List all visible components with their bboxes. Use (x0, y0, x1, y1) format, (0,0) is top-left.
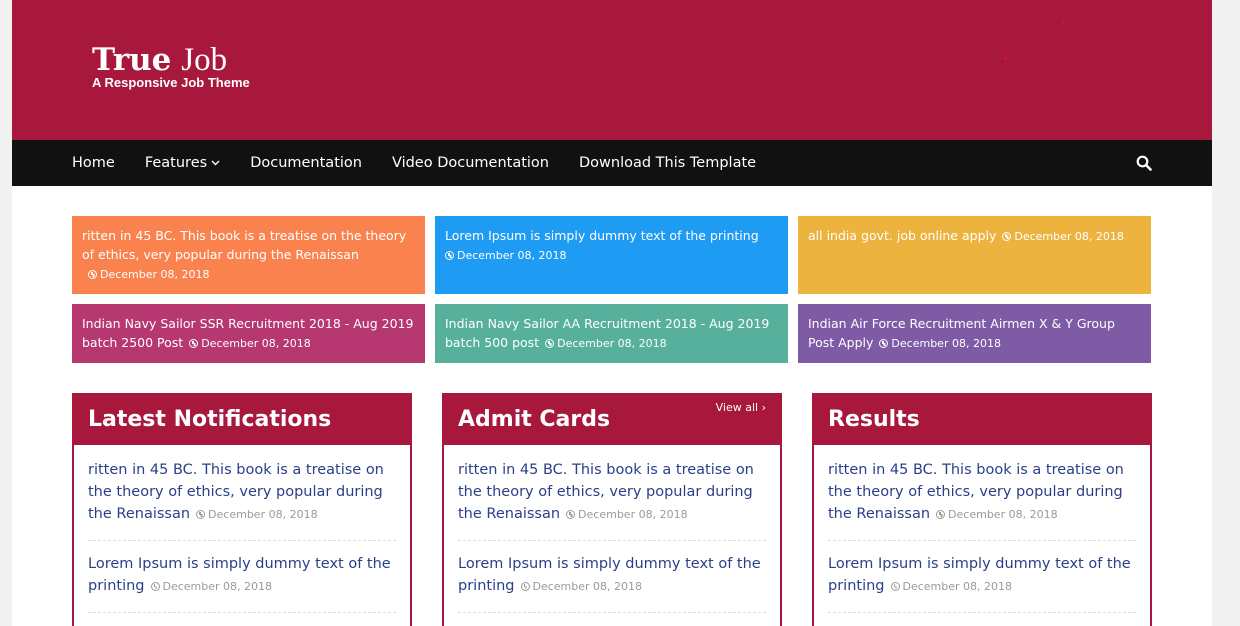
clock-icon (520, 582, 530, 591)
list-item[interactable]: ritten in 45 BC. This book is a treatise… (88, 459, 396, 541)
site-title-light: Job (181, 42, 228, 78)
panel-title: Latest Notifications (88, 406, 332, 432)
featured-tile[interactable]: ritten in 45 BC. This book is a treatise… (72, 216, 425, 294)
nav-item-label: Download This Template (578, 155, 757, 171)
main-nav: Home Features Documentation Video Docume… (12, 140, 1212, 186)
panel-title: Admit Cards (458, 406, 611, 432)
nav-item-download-template[interactable]: Download This Template (579, 155, 756, 171)
tile-date: December 08, 2018 (545, 337, 667, 350)
category-panels: Latest Notifications ritten in 45 BC. Th… (72, 393, 1152, 626)
panel-header: Latest Notifications (74, 393, 410, 445)
page: True Job A Responsive Job Theme Home Fea… (12, 0, 1212, 626)
post-date: December 08, 2018 (520, 580, 642, 593)
list-item[interactable]: ritten in 45 BC. This book is a treatise… (828, 459, 1136, 541)
post-date: December 08, 2018 (936, 508, 1058, 521)
clock-icon (566, 510, 576, 519)
list-item[interactable]: ritten in 45 BC. This book is a treatise… (458, 459, 766, 541)
clock-icon (1002, 232, 1012, 241)
site-header: True Job A Responsive Job Theme (12, 0, 1212, 140)
featured-tile[interactable]: Lorem Ipsum is simply dummy text of the … (435, 216, 788, 294)
panel-body: ritten in 45 BC. This book is a treatise… (814, 445, 1150, 613)
featured-tile[interactable]: all india govt. job online apply December… (798, 216, 1151, 294)
clock-icon (196, 510, 206, 519)
list-item[interactable]: Lorem Ipsum is simply dummy text of the … (458, 553, 766, 613)
tile-text: all india govt. job online apply (808, 228, 997, 243)
featured-tile[interactable]: Indian Navy Sailor SSR Recruitment 2018 … (72, 304, 425, 363)
site-title-bold: True (92, 42, 172, 78)
panel-admit-cards: Admit Cards View all › ritten in 45 BC. … (442, 393, 782, 626)
post-date: December 08, 2018 (196, 508, 318, 521)
tile-date: December 08, 2018 (1002, 230, 1124, 243)
clock-icon (879, 339, 889, 348)
panel-title: Results (828, 406, 920, 432)
post-date: December 08, 2018 (890, 580, 1012, 593)
decorative-dot (1062, 20, 1065, 23)
list-item[interactable]: Lorem Ipsum is simply dummy text of the … (88, 553, 396, 613)
chevron-down-icon (211, 158, 220, 169)
panel-body: ritten in 45 BC. This book is a treatise… (444, 445, 780, 613)
tile-date: December 08, 2018 (445, 249, 567, 262)
panel-body: ritten in 45 BC. This book is a treatise… (74, 445, 410, 613)
clock-icon (88, 270, 97, 279)
clock-icon (936, 510, 946, 519)
nav-item-home[interactable]: Home (72, 155, 115, 171)
clock-icon (150, 582, 160, 591)
search-icon[interactable] (1136, 155, 1152, 171)
clock-icon (189, 339, 199, 348)
clock-icon (890, 582, 900, 591)
featured-tile[interactable]: Indian Navy Sailor AA Recruitment 2018 -… (435, 304, 788, 363)
list-item[interactable]: Lorem Ipsum is simply dummy text of the … (828, 553, 1136, 613)
site-tagline: A Responsive Job Theme (92, 75, 250, 90)
tile-date: December 08, 2018 (879, 337, 1001, 350)
featured-tile[interactable]: Indian Air Force Recruitment Airmen X & … (798, 304, 1151, 363)
tile-text: Lorem Ipsum is simply dummy text of the … (445, 228, 759, 243)
tile-date: December 08, 2018 (88, 268, 210, 281)
panel-results: Results ritten in 45 BC. This book is a … (812, 393, 1152, 626)
nav-item-label: Home (72, 155, 115, 171)
tile-text: ritten in 45 BC. This book is a treatise… (82, 228, 407, 262)
site-logo[interactable]: True Job A Responsive Job Theme (92, 42, 250, 90)
clock-icon (445, 251, 454, 260)
post-date: December 08, 2018 (566, 508, 688, 521)
decorative-dot (1004, 57, 1007, 60)
tile-date: December 08, 2018 (189, 337, 311, 350)
post-date: December 08, 2018 (150, 580, 272, 593)
site-title[interactable]: True Job (92, 42, 250, 78)
featured-tiles: ritten in 45 BC. This book is a treatise… (72, 216, 1152, 363)
nav-item-features[interactable]: Features (145, 155, 220, 171)
clock-icon (545, 339, 555, 348)
panel-latest-notifications: Latest Notifications ritten in 45 BC. Th… (72, 393, 412, 626)
nav-item-label: Features (144, 155, 208, 171)
nav-item-label: Video Documentation (391, 155, 549, 171)
nav-item-video-documentation[interactable]: Video Documentation (392, 155, 549, 171)
nav-item-documentation[interactable]: Documentation (250, 155, 362, 171)
nav-item-label: Documentation (250, 155, 362, 171)
panel-header: Results (814, 393, 1150, 445)
panel-header: Admit Cards View all › (444, 393, 780, 445)
view-all-link[interactable]: View all › (716, 401, 766, 414)
